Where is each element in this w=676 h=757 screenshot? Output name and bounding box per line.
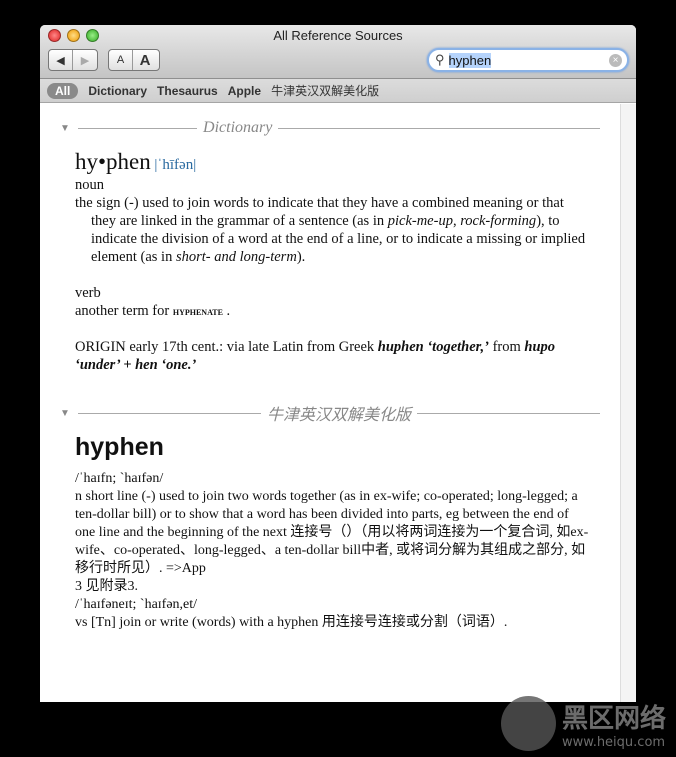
scope-all[interactable]: All	[47, 82, 79, 99]
scope-bar: All Dictionary Thesaurus Apple 牛津英汉双解美化版	[40, 79, 636, 103]
pronunciation: |ˈhīfən|	[154, 157, 197, 173]
oxford-entry: hyphen /ˈhaɪfn; `haɪfən/ n short line (-…	[75, 433, 590, 632]
pronunciation: /ˈhaɪfn; `haɪfən/	[75, 471, 164, 486]
forward-button[interactable]: ▶	[73, 50, 97, 70]
oxford-section-header[interactable]: ▼ 牛津英汉双解美化版	[60, 401, 601, 425]
part-of-speech: noun	[75, 177, 104, 193]
definition: n short line (-) used to join two words …	[75, 489, 589, 576]
section-title: Dictionary	[203, 119, 273, 136]
disclosure-triangle-icon[interactable]: ▼	[60, 123, 70, 134]
headword: hy•phen	[75, 149, 151, 174]
scope-thesaurus[interactable]: Thesaurus	[157, 84, 218, 98]
definition: the sign (-) used to join words to indic…	[75, 195, 586, 265]
results-content: ▼ Dictionary hy•phen |ˈhīfən| noun the s…	[40, 104, 620, 702]
font-larger-button[interactable]: A	[133, 50, 157, 70]
definition: vs [Tn] join or write (words) with a hyp…	[75, 615, 508, 630]
navigation-buttons: ◀ ▶	[48, 49, 98, 71]
appendix-note: 3 见附录3.	[75, 579, 138, 594]
clear-search-icon[interactable]: ×	[609, 54, 622, 67]
font-size-buttons: A A	[108, 49, 160, 71]
dictionary-window: All Reference Sources ◀ ▶ A A ⚲ hyphen ×…	[40, 25, 636, 702]
scrollbar[interactable]	[620, 104, 636, 702]
scope-apple[interactable]: Apple	[228, 84, 261, 98]
definition: another term for hyphenate .	[75, 303, 231, 319]
pronunciation: /ˈhaɪfəneɪt; `haɪfən,et/	[75, 597, 198, 612]
title-bar: All Reference Sources ◀ ▶ A A ⚲ hyphen ×	[40, 25, 636, 79]
dictionary-entry: hy•phen |ˈhīfən| noun the sign (-) used …	[75, 148, 590, 374]
headword: hyphen	[75, 433, 164, 461]
scope-dictionary[interactable]: Dictionary	[88, 84, 147, 98]
watermark: 黑区网络 www.heiqu.com	[500, 696, 666, 751]
back-button[interactable]: ◀	[49, 50, 73, 70]
section-title: 牛津英汉双解美化版	[266, 407, 411, 424]
scope-oxford[interactable]: 牛津英汉双解美化版	[271, 82, 379, 99]
font-smaller-button[interactable]: A	[109, 50, 133, 70]
cross-reference-link[interactable]: hyphenate	[173, 304, 223, 318]
search-icon: ⚲	[435, 52, 445, 67]
window-title: All Reference Sources	[273, 28, 403, 43]
origin: ORIGIN early 17th cent.: via late Latin …	[75, 339, 556, 373]
watermark-logo-icon	[500, 696, 556, 751]
disclosure-triangle-icon[interactable]: ▼	[60, 408, 70, 419]
watermark-url: www.heiqu.com	[561, 734, 666, 750]
dictionary-section-header[interactable]: ▼ Dictionary	[60, 119, 600, 137]
part-of-speech: verb	[75, 285, 101, 301]
search-input[interactable]: hyphen	[448, 52, 492, 68]
watermark-name: 黑区网络	[561, 703, 666, 734]
search-field[interactable]: ⚲ hyphen ×	[427, 48, 629, 72]
